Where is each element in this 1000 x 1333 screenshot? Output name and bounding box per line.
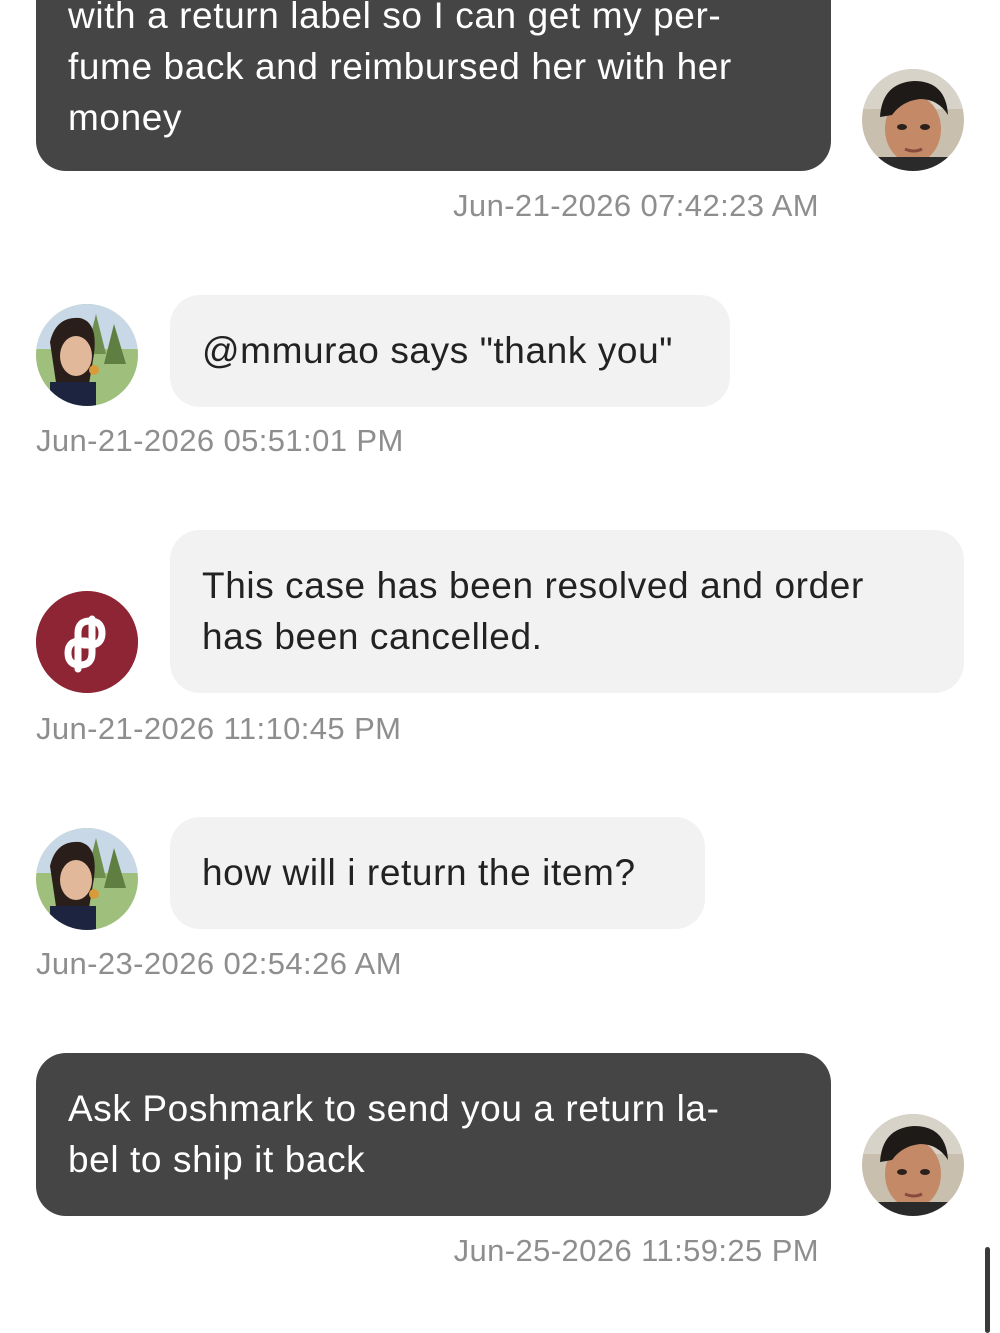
message-line: bel to ship it back (68, 1139, 366, 1180)
message-timestamp: Jun-23-2026 02:54:26 AM (36, 946, 402, 981)
message-line: This case has been resolved and order (202, 565, 864, 606)
buyer-avatar-icon (36, 304, 138, 406)
buyer-avatar[interactable] (36, 828, 138, 930)
message-timestamp: Jun-21-2026 11:10:45 PM (36, 711, 402, 746)
user-avatar-icon (862, 1114, 964, 1216)
message-timestamp: Jun-21-2026 05:51:01 PM (36, 423, 404, 458)
message-bubble-system[interactable]: This case has been resolved and order ha… (170, 530, 964, 693)
message-timestamp: Jun-25-2026 11:59:25 PM (453, 1233, 819, 1268)
chat-screen: with a return label so I can get my per-… (0, 0, 1000, 1333)
user-avatar[interactable] (862, 1114, 964, 1216)
user-avatar[interactable] (862, 69, 964, 171)
poshmark-logo-icon (36, 591, 138, 693)
user-avatar-icon (862, 69, 964, 171)
message-line: @mmurao says "thank you" (202, 330, 674, 371)
message-line: money (68, 97, 183, 138)
message-line: has been cancelled. (202, 616, 543, 657)
scrollbar[interactable] (985, 1247, 990, 1333)
message-bubble-outgoing[interactable]: with a return label so I can get my per-… (36, 0, 831, 171)
message-line: how will i return the item? (202, 852, 636, 893)
message-bubble-outgoing[interactable]: Ask Poshmark to send you a return la- be… (36, 1053, 831, 1216)
buyer-avatar-icon (36, 828, 138, 930)
message-line: fume back and reimbursed her with her (68, 46, 732, 87)
message-timestamp: Jun-21-2026 07:42:23 AM (453, 188, 819, 223)
poshmark-avatar[interactable] (36, 591, 138, 693)
message-bubble-incoming[interactable]: how will i return the item? (170, 817, 705, 929)
message-bubble-incoming[interactable]: @mmurao says "thank you" (170, 295, 730, 407)
buyer-avatar[interactable] (36, 304, 138, 406)
message-line: with a return label so I can get my per- (68, 0, 722, 36)
message-line: Ask Poshmark to send you a return la- (68, 1088, 720, 1129)
